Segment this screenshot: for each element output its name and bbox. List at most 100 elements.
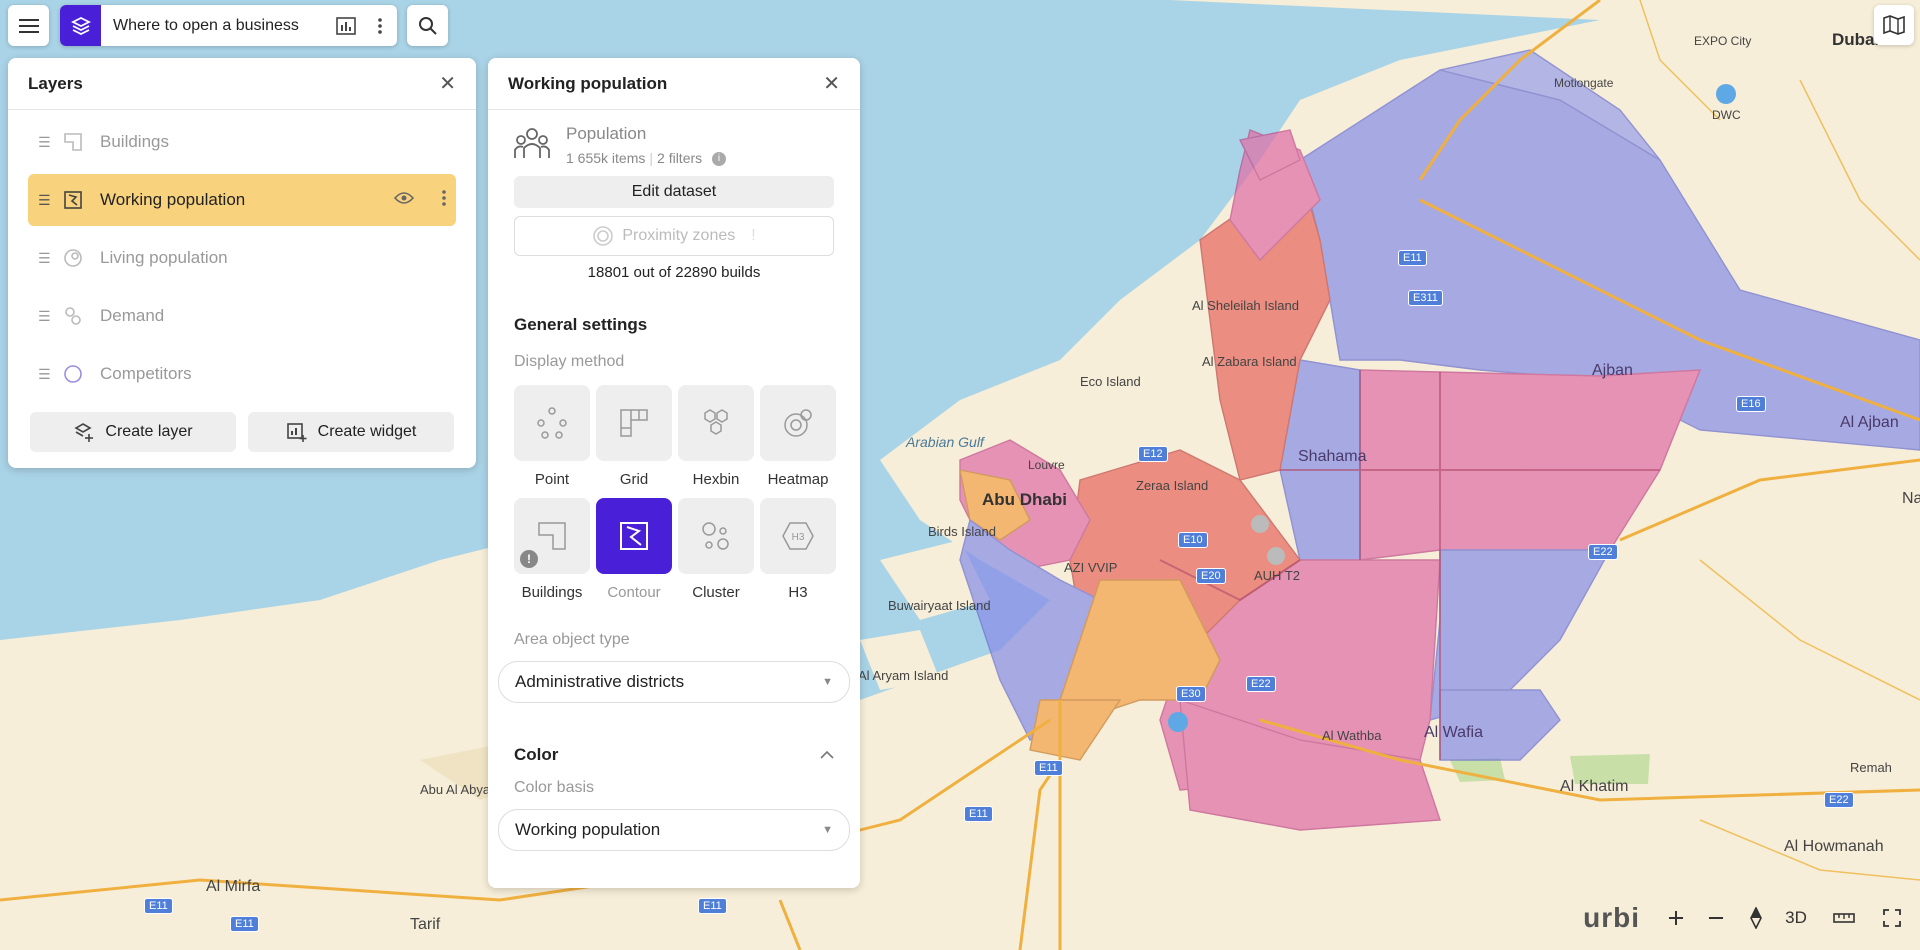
map-label-azi: AZI VVIP [1064,560,1118,575]
brand-logo: urbi [1583,902,1640,933]
fullscreen-button[interactable] [1872,898,1912,938]
basemap-button[interactable] [1874,5,1914,45]
layer-settings-title: Working population [508,73,668,93]
create-widget-button[interactable]: Create widget [248,412,454,452]
edit-dataset-button[interactable]: Edit dataset [514,176,834,209]
road-shield: E20 [1196,568,1226,584]
layer-item-living-population[interactable]: ☰ Living population [28,232,456,284]
create-layer-button[interactable]: Create layer [30,412,236,452]
map-label-expo: EXPO City [1694,34,1752,48]
layer-item-demand[interactable]: ☰ Demand [28,290,456,342]
drag-handle-icon[interactable]: ☰ [38,308,51,325]
map-label-sheleilah: Al Sheleilah Island [1192,298,1299,313]
add-layer-icon [74,423,94,442]
close-icon[interactable]: ✕ [439,71,456,96]
road-shield: E10 [1178,532,1208,548]
map-label-birds: Birds Island [928,524,996,539]
display-method-label: Display method [514,353,625,371]
search-button[interactable] [407,5,448,46]
three-d-button[interactable]: 3D [1776,898,1816,938]
contour-icon [620,522,648,551]
dataset-name: Population [566,124,647,143]
method-label: Grid [619,471,649,489]
proximity-zones-label: Proximity zones [622,227,736,245]
color-basis-label: Color basis [514,779,595,797]
proximity-zones-button[interactable]: Proximity zones ! [514,216,834,257]
map-label-al-wafia: Al Wafia [1424,724,1483,741]
map-label-auh: AUH T2 [1254,568,1300,583]
method-label: Point [534,471,570,489]
method-heatmap[interactable]: Heatmap [760,385,836,488]
chart-icon [336,16,356,35]
layers-panel-title: Layers [28,73,83,93]
hexbin-icon [704,409,728,436]
kebab-icon[interactable] [442,189,446,211]
dashboard-button[interactable] [329,16,363,35]
project-title-bar[interactable]: Where to open a business [60,5,397,46]
menu-icon [18,18,39,33]
more-button[interactable] [363,17,397,34]
map-label-zabara: Al Zabara Island [1202,354,1297,369]
layer-item-competitors[interactable]: ☰ Competitors [28,348,456,400]
road-shield: E12 [1138,446,1168,462]
menu-button[interactable] [8,5,49,46]
proximity-icon [593,226,614,247]
drag-handle-icon[interactable]: ☰ [38,192,51,209]
color-basis-value: Working population [515,820,661,840]
map-label-al-mirfa: Al Mirfa [206,878,261,895]
map-controls: urbi 3D [1583,898,1912,938]
drag-handle-icon[interactable]: ☰ [38,250,51,267]
zoom-in-button[interactable] [1656,898,1696,938]
layer-item-buildings[interactable]: ☰ Buildings [28,116,456,168]
layer-label: Competitors [100,364,192,383]
map-label-aryam: Al Aryam Island [858,668,949,683]
info-icon[interactable]: i [712,152,727,167]
method-point[interactable]: Point [514,385,590,488]
method-cluster[interactable]: Cluster [678,498,754,601]
method-label: Contour [607,584,661,602]
color-basis-select[interactable]: Working population ▼ [498,809,850,852]
cluster-icon [62,305,84,327]
builds-count: 18801 out of 22890 builds [587,264,761,282]
ruler-button[interactable] [1824,898,1864,938]
method-h3[interactable]: H3 H3 [760,498,836,601]
color-section-header[interactable]: Color [514,745,834,765]
method-label: Buildings [521,584,583,602]
general-settings-title: General settings [514,315,648,335]
road-shield: E11 [964,806,993,822]
map-label-abu-dhabi: Abu Dhabi [982,490,1067,509]
layers-button[interactable] [60,5,101,46]
method-contour[interactable]: Contour [596,498,672,601]
area-object-type-label: Area object type [514,631,630,649]
road-shield: E22 [1824,792,1854,808]
eye-icon[interactable] [393,190,415,211]
dataset-filters[interactable]: 2 filters [657,150,702,166]
method-grid[interactable]: Grid [596,385,672,488]
map-label-tarif: Tarif [410,916,441,933]
layer-item-working-population[interactable]: ☰ Working population [28,174,456,226]
zoom-out-button[interactable] [1696,898,1736,938]
project-title: Where to open a business [113,16,299,34]
method-label: Heatmap [767,471,829,489]
close-icon[interactable]: ✕ [823,71,840,96]
area-object-type-select[interactable]: Administrative districts ▼ [498,661,850,704]
drag-handle-icon[interactable]: ☰ [38,366,51,383]
map-label-zeraa: Zeraa Island [1136,478,1209,493]
map-label-al-khatim: Al Khatim [1560,778,1629,795]
road-shield: E30 [1176,686,1206,702]
method-label: Hexbin [692,471,740,489]
map-label-al-wathba: Al Wathba [1322,728,1382,743]
search-icon [418,16,437,35]
svg-text:H3: H3 [792,532,805,543]
map-label-al-ajban: Al Ajban [1840,414,1899,431]
road-shield: E11 [144,898,173,914]
layer-label: Living population [100,248,228,267]
method-buildings[interactable]: ! Buildings [514,498,590,601]
compass-button[interactable] [1736,898,1776,938]
road-shield: E11 [698,898,727,914]
color-section-title: Color [514,745,559,765]
map-label-remah: Remah [1850,760,1892,775]
method-hexbin[interactable]: Hexbin [678,385,754,488]
map-label-motiongate: Motiongate [1554,76,1614,90]
drag-handle-icon[interactable]: ☰ [38,134,51,151]
